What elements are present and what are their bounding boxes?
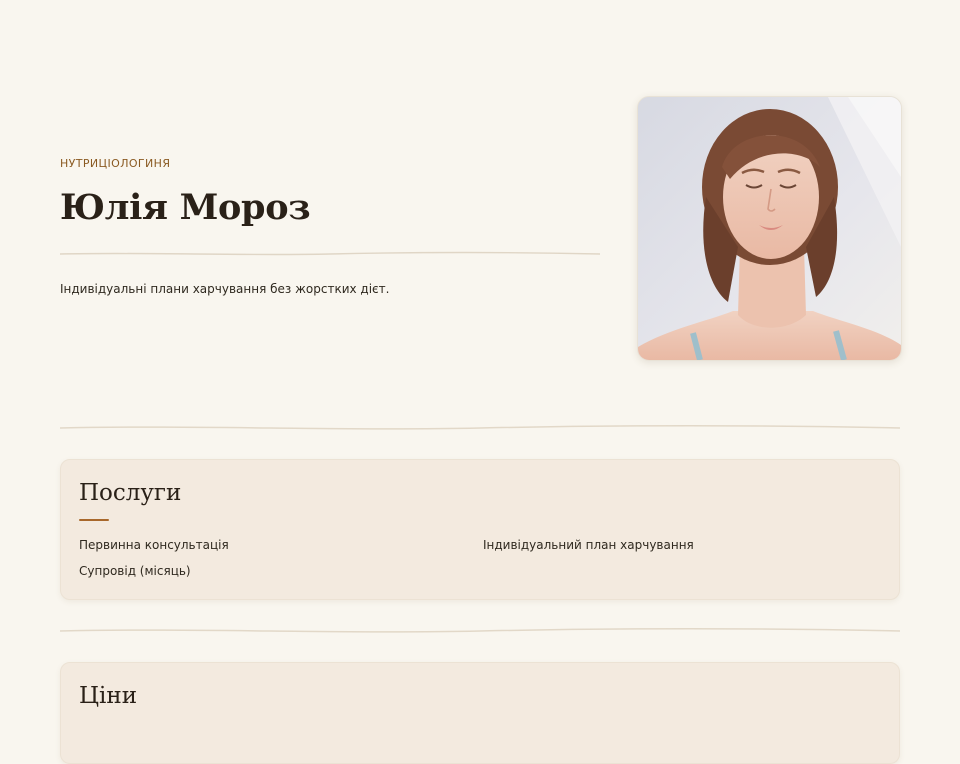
section-divider [60,425,900,430]
prices-card: Ціни [60,662,900,764]
service-item: Первинна консультація [79,538,229,552]
service-item: Супровід (місяць) [79,564,191,578]
services-title-accent [79,519,109,521]
services-title: Послуги [79,480,182,506]
profile-photo [637,96,902,361]
service-item: Індивідуальний план харчування [483,538,694,552]
profession-label: нутриціологиня [60,157,171,170]
page-title: Юлія Мороз [60,187,311,228]
hero-divider [60,251,600,256]
services-card: Послуги Первинна консультація Індивідуал… [60,459,900,600]
prices-title: Ціни [79,683,138,709]
hero-tagline: Індивідуальні плани харчування без жорст… [60,282,390,296]
section-divider [60,628,900,633]
